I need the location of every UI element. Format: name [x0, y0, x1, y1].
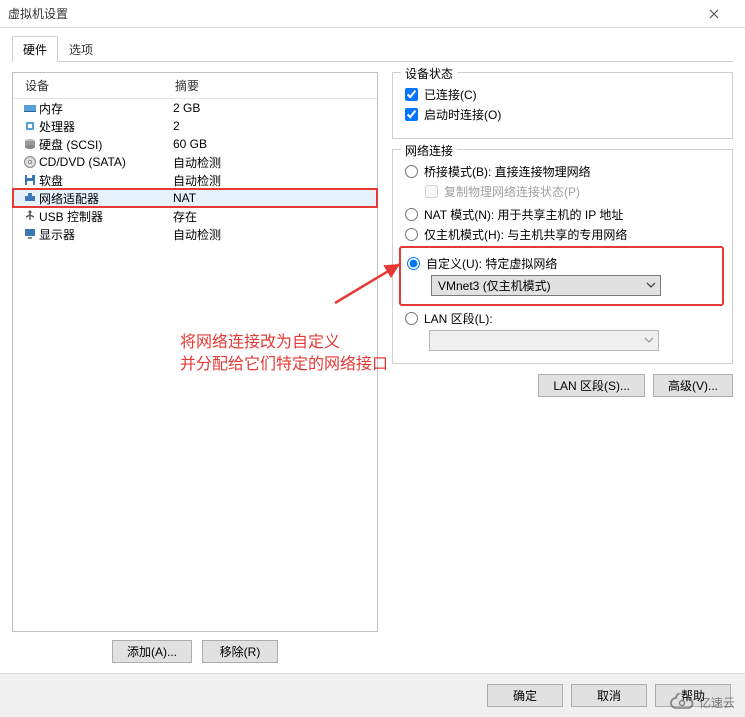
cloud-icon — [669, 693, 695, 711]
lan-segment-radio-row[interactable]: LAN 区段(L): — [405, 310, 720, 327]
header-summary: 摘要 — [175, 77, 371, 94]
annotation-text: 将网络连接改为自定义 并分配给它们特定的网络接口 — [180, 332, 388, 376]
connect-at-poweron-checkbox[interactable] — [405, 108, 418, 121]
connect-at-poweron-label: 启动时连接(O) — [424, 106, 501, 123]
chevron-down-icon — [644, 334, 654, 348]
cd-icon — [21, 155, 39, 169]
custom-label: 自定义(U): 特定虚拟网络 — [426, 255, 557, 272]
hostonly-radio-row[interactable]: 仅主机模式(H): 与主机共享的专用网络 — [405, 226, 720, 243]
lan-segment-radio[interactable] — [405, 312, 418, 325]
device-name: 软盘 — [39, 172, 173, 189]
window-title: 虚拟机设置 — [8, 5, 709, 22]
header-device: 设备 — [25, 77, 175, 94]
dialog-footer: 确定 取消 帮助 — [0, 673, 745, 717]
connected-checkbox-row[interactable]: 已连接(C) — [405, 86, 720, 103]
device-status-title: 设备状态 — [401, 65, 457, 82]
device-row-disk[interactable]: 硬盘 (SCSI)60 GB — [13, 135, 377, 153]
device-name: 硬盘 (SCSI) — [39, 136, 173, 153]
device-row-floppy[interactable]: 软盘自动检测 — [13, 171, 377, 189]
device-summary: 自动检测 — [173, 226, 221, 243]
device-name: 显示器 — [39, 226, 173, 243]
disk-icon — [21, 137, 39, 151]
close-icon — [709, 9, 719, 19]
lan-segment-label: LAN 区段(L): — [424, 310, 493, 327]
close-button[interactable] — [709, 9, 737, 19]
cancel-button[interactable]: 取消 — [571, 684, 647, 707]
custom-highlight-box: 自定义(U): 特定虚拟网络 VMnet3 (仅主机模式) — [399, 246, 724, 306]
device-name: CD/DVD (SATA) — [39, 155, 173, 169]
device-row-memory[interactable]: 内存2 GB — [13, 99, 377, 117]
device-row-cd[interactable]: CD/DVD (SATA)自动检测 — [13, 153, 377, 171]
custom-network-value: VMnet3 (仅主机模式) — [438, 277, 551, 294]
annotation-line1: 将网络连接改为自定义 — [180, 332, 388, 354]
chevron-down-icon — [646, 279, 656, 293]
titlebar: 虚拟机设置 — [0, 0, 745, 28]
replicate-checkbox-row: 复制物理网络连接状态(P) — [425, 183, 720, 200]
watermark: 亿速云 — [669, 693, 735, 711]
connected-checkbox[interactable] — [405, 88, 418, 101]
advanced-button[interactable]: 高级(V)... — [653, 374, 733, 397]
floppy-icon — [21, 173, 39, 187]
dialog-body: 硬件 选项 设备 摘要 内存2 GB处理器2硬盘 (SCSI)60 GBCD/D… — [0, 28, 745, 663]
device-row-cpu[interactable]: 处理器2 — [13, 117, 377, 135]
tab-strip: 硬件 选项 — [12, 36, 733, 62]
replicate-label: 复制物理网络连接状态(P) — [444, 183, 580, 200]
lan-segments-button[interactable]: LAN 区段(S)... — [538, 374, 645, 397]
device-summary: 自动检测 — [173, 154, 221, 171]
hostonly-radio[interactable] — [405, 228, 418, 241]
annotation-arrow — [330, 258, 410, 308]
nat-label: NAT 模式(N): 用于共享主机的 IP 地址 — [424, 206, 623, 223]
ok-button[interactable]: 确定 — [487, 684, 563, 707]
network-connection-title: 网络连接 — [401, 142, 457, 159]
device-row-net[interactable]: 网络适配器NAT — [13, 189, 377, 207]
device-summary: 自动检测 — [173, 172, 221, 189]
device-summary: 60 GB — [173, 137, 207, 151]
left-button-row: 添加(A)... 移除(R) — [12, 640, 378, 663]
bridged-radio-row[interactable]: 桥接模式(B): 直接连接物理网络 — [405, 163, 720, 180]
usb-icon — [21, 209, 39, 223]
network-connection-group: 网络连接 桥接模式(B): 直接连接物理网络 复制物理网络连接状态(P) NAT… — [392, 149, 733, 364]
custom-radio-row[interactable]: 自定义(U): 特定虚拟网络 — [407, 255, 714, 272]
add-button[interactable]: 添加(A)... — [112, 640, 192, 663]
annotation-line2: 并分配给它们特定的网络接口 — [180, 354, 388, 376]
lan-segment-select — [429, 330, 659, 351]
device-row-display[interactable]: 显示器自动检测 — [13, 225, 377, 243]
hostonly-label: 仅主机模式(H): 与主机共享的专用网络 — [424, 226, 627, 243]
device-name: 处理器 — [39, 118, 173, 135]
custom-network-select[interactable]: VMnet3 (仅主机模式) — [431, 275, 661, 296]
remove-button[interactable]: 移除(R) — [202, 640, 278, 663]
device-row-usb[interactable]: USB 控制器存在 — [13, 207, 377, 225]
bridged-radio[interactable] — [405, 165, 418, 178]
bridged-label: 桥接模式(B): 直接连接物理网络 — [424, 163, 591, 180]
nat-radio[interactable] — [405, 208, 418, 221]
memory-icon — [21, 101, 39, 115]
device-summary: 2 GB — [173, 101, 200, 115]
display-icon — [21, 227, 39, 241]
device-list-header: 设备 摘要 — [13, 73, 377, 99]
device-summary: 2 — [173, 119, 180, 133]
device-status-group: 设备状态 已连接(C) 启动时连接(O) — [392, 72, 733, 139]
tab-options[interactable]: 选项 — [58, 36, 104, 62]
net-icon — [21, 191, 39, 205]
right-button-row: LAN 区段(S)... 高级(V)... — [392, 374, 733, 397]
connected-label: 已连接(C) — [424, 86, 477, 103]
watermark-text: 亿速云 — [699, 694, 735, 711]
tab-hardware[interactable]: 硬件 — [12, 36, 58, 62]
device-name: USB 控制器 — [39, 208, 173, 225]
right-pane: 设备状态 已连接(C) 启动时连接(O) 网络连接 桥接模式(B): 直接连接物… — [392, 72, 733, 663]
device-name: 网络适配器 — [39, 190, 173, 207]
device-summary: 存在 — [173, 208, 197, 225]
device-summary: NAT — [173, 191, 196, 205]
cpu-icon — [21, 119, 39, 133]
replicate-checkbox — [425, 185, 438, 198]
device-name: 内存 — [39, 100, 173, 117]
connect-at-poweron-row[interactable]: 启动时连接(O) — [405, 106, 720, 123]
nat-radio-row[interactable]: NAT 模式(N): 用于共享主机的 IP 地址 — [405, 206, 720, 223]
